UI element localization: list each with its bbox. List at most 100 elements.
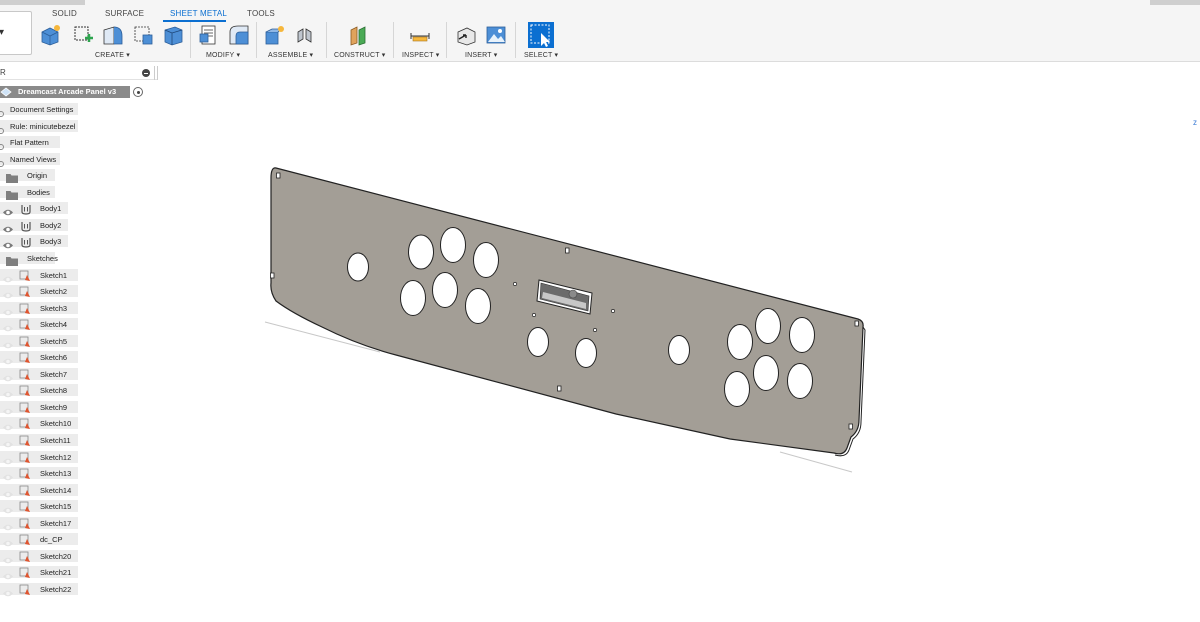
- visibility-eye-icon[interactable]: [2, 585, 14, 603]
- browser-sketch-item[interactable]: Sketch9: [0, 401, 78, 415]
- sketch-icon: [19, 583, 31, 601]
- sheet-metal-rules-icon[interactable]: [198, 24, 220, 46]
- screw-hole: [532, 313, 536, 317]
- assemble-menu[interactable]: ASSEMBLE ▾: [268, 51, 313, 59]
- browser-item-label: Sketch2: [40, 286, 68, 296]
- workspace-switcher[interactable]: ▾: [0, 11, 32, 55]
- fillet-icon[interactable]: [228, 24, 250, 46]
- browser-item-label: Sketch13: [40, 468, 72, 478]
- browser-sketch-item[interactable]: Sketch22: [0, 583, 78, 597]
- browser-item-label: Sketch8: [40, 385, 68, 395]
- sketch-icon: [19, 566, 31, 584]
- browser-setting-item[interactable]: Rule: minicutebezel: [0, 120, 78, 134]
- browser-resize-handle[interactable]: [154, 66, 158, 80]
- browser-setting-item[interactable]: Document Settings: [0, 103, 78, 117]
- offset-plane-icon[interactable]: [347, 24, 369, 46]
- browser-setting-item[interactable]: Named Views: [0, 153, 60, 167]
- flat-pattern-icon[interactable]: [132, 24, 154, 46]
- browser-sketch-item[interactable]: Sketch6: [0, 351, 78, 365]
- fusion-window: ▾ SOLID SURFACE SHEET METAL TOOLS CREATE: [0, 0, 1200, 622]
- browser-title: R: [0, 68, 6, 77]
- insert-derive-icon[interactable]: [455, 24, 477, 46]
- browser-root-item[interactable]: Dreamcast Arcade Panel v3: [0, 86, 130, 98]
- tab-solid[interactable]: SOLID: [52, 9, 77, 18]
- select-menu[interactable]: SELECT ▾: [524, 51, 558, 59]
- joint-icon[interactable]: [294, 24, 316, 46]
- flange-icon[interactable]: [102, 24, 124, 46]
- browser-body-item[interactable]: Body2: [0, 219, 68, 233]
- measure-icon[interactable]: [409, 24, 431, 46]
- extrude-icon[interactable]: [162, 24, 184, 46]
- insert-canvas-icon[interactable]: [485, 24, 507, 46]
- browser-item-label: Sketch20: [40, 551, 72, 561]
- inspect-menu[interactable]: INSPECT ▾: [402, 51, 439, 59]
- browser-header: R: [0, 66, 158, 80]
- create-sketch-icon[interactable]: [72, 24, 94, 46]
- collapse-browser-icon[interactable]: [142, 69, 150, 77]
- chevron-down-icon: ▾: [0, 27, 5, 38]
- browser-body-item[interactable]: Body3: [0, 235, 68, 249]
- browser-sketch-item[interactable]: Sketch5: [0, 335, 78, 349]
- button-hole: [527, 327, 549, 357]
- browser-item-label: Sketch4: [40, 319, 68, 329]
- sketch-icon: [19, 467, 31, 485]
- browser-sketch-item[interactable]: Sketch7: [0, 368, 78, 382]
- sketch-icon: [19, 533, 31, 551]
- group-divider: [515, 22, 516, 58]
- browser-sketch-item[interactable]: Sketch20: [0, 550, 78, 564]
- viewcube-edge-indicator[interactable]: z: [1193, 118, 1197, 127]
- browser-item-label: Sketch14: [40, 485, 72, 495]
- browser-folder-item[interactable]: Bodies: [0, 186, 55, 200]
- browser-sketch-item[interactable]: Sketch4: [0, 318, 78, 332]
- button-hole: [724, 371, 750, 407]
- browser-body-item[interactable]: Body1: [0, 202, 68, 216]
- browser-item-label: Flat Pattern: [10, 137, 49, 147]
- browser-sketch-item[interactable]: Sketch3: [0, 302, 78, 316]
- activate-radio[interactable]: [133, 87, 143, 97]
- browser-sketch-item[interactable]: Sketch1: [0, 269, 78, 283]
- browser-sketch-item[interactable]: Sketch17: [0, 517, 78, 531]
- browser-setting-item[interactable]: Flat Pattern: [0, 136, 60, 150]
- mounting-slot: [270, 272, 275, 279]
- browser-item-label: Rule: minicutebezel: [10, 121, 76, 131]
- browser-folder-item[interactable]: Sketches: [0, 252, 58, 266]
- browser-sketch-item[interactable]: Sketch8: [0, 384, 78, 398]
- button-hole: [465, 288, 491, 324]
- sketch-icon: [19, 318, 31, 336]
- tab-surface[interactable]: SURFACE: [105, 9, 144, 18]
- select-icon[interactable]: [527, 21, 555, 49]
- browser-sketch-item[interactable]: Sketch13: [0, 467, 78, 481]
- insert-menu[interactable]: INSERT ▾: [465, 51, 497, 59]
- viewport-canvas[interactable]: [160, 62, 1200, 622]
- browser-sketch-item[interactable]: dc_CP: [0, 533, 78, 547]
- button-hole: [408, 234, 434, 270]
- sketch-icon: [19, 434, 31, 452]
- browser-sketch-item[interactable]: Sketch11: [0, 434, 78, 448]
- modify-menu[interactable]: MODIFY ▾: [206, 51, 240, 59]
- browser-sketch-item[interactable]: Sketch21: [0, 566, 78, 580]
- button-hole: [789, 317, 815, 353]
- group-divider: [446, 22, 447, 58]
- browser-item-label: Sketch10: [40, 418, 72, 428]
- window-title-bar: [0, 0, 85, 5]
- mounting-slot: [557, 385, 562, 392]
- construct-menu[interactable]: CONSTRUCT ▾: [334, 51, 385, 59]
- browser-folder-item[interactable]: Origin: [0, 169, 55, 183]
- mounting-slot: [276, 172, 281, 179]
- screw-hole: [513, 282, 517, 286]
- create-menu[interactable]: CREATE ▾: [95, 51, 130, 59]
- browser-sketch-item[interactable]: Sketch10: [0, 417, 78, 431]
- button-hole: [753, 355, 779, 391]
- browser-sketch-item[interactable]: Sketch14: [0, 484, 78, 498]
- browser-sketch-item[interactable]: Sketch12: [0, 451, 78, 465]
- tab-tools[interactable]: TOOLS: [247, 9, 275, 18]
- browser-sketch-item[interactable]: Sketch15: [0, 500, 78, 514]
- tab-sheet-metal[interactable]: SHEET METAL: [170, 9, 227, 18]
- browser-item-label: Body1: [40, 203, 62, 213]
- browser-sketch-item[interactable]: Sketch2: [0, 285, 78, 299]
- sketch-icon: [19, 417, 31, 435]
- new-component-assemble-icon[interactable]: [264, 24, 286, 46]
- document-icon: [0, 87, 12, 97]
- mounting-slot: [565, 247, 570, 254]
- new-component-icon[interactable]: [40, 24, 62, 46]
